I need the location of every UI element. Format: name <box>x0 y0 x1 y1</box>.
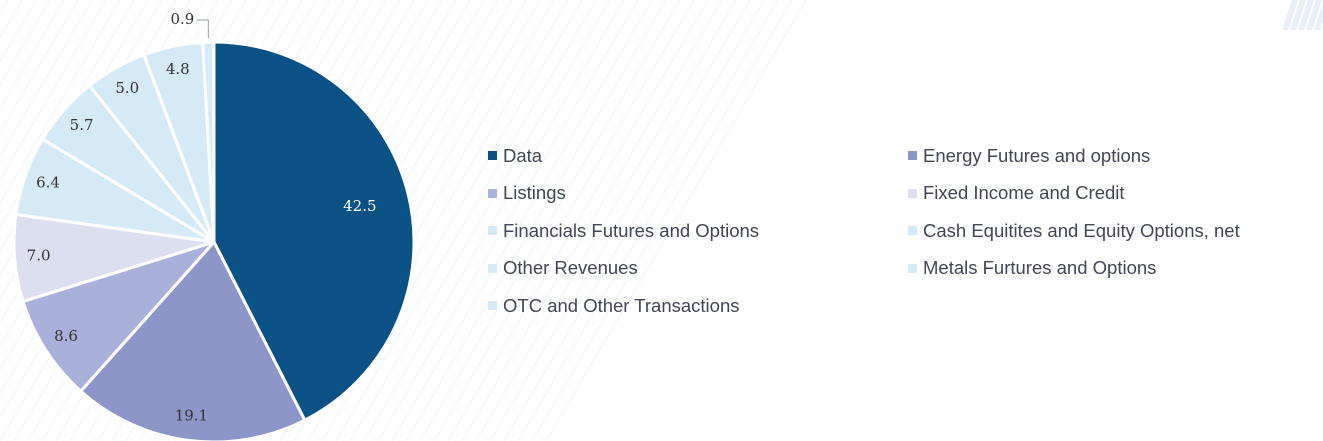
legend-swatch <box>488 226 497 236</box>
legend-item: Other Revenues <box>488 250 908 288</box>
legend-swatch <box>488 301 497 311</box>
legend-item: Fixed Income and Credit <box>908 175 1323 213</box>
legend-item: Cash Equitites and Equity Options, net <box>908 212 1323 250</box>
legend-swatch <box>908 226 917 236</box>
legend-item: OTC and Other Transactions <box>488 287 908 325</box>
legend-item: Metals Furtures and Options <box>908 250 1323 288</box>
slice-label: 8.6 <box>54 327 78 345</box>
legend-item: Listings <box>488 175 908 213</box>
slice-label: 42.5 <box>343 197 376 215</box>
legend-swatch <box>488 188 497 198</box>
leader-line <box>196 19 209 39</box>
slice-label: 0.9 <box>170 10 194 28</box>
slice-label: 19.1 <box>175 407 208 425</box>
slice-label: 7.0 <box>27 246 51 264</box>
slice-label: 4.8 <box>166 60 190 78</box>
legend-swatch <box>908 263 917 273</box>
legend-label: Data <box>503 144 543 166</box>
legend-label: Cash Equitites and Equity Options, net <box>923 219 1240 241</box>
legend-label: Fixed Income and Credit <box>923 182 1125 204</box>
legend-item: Financials Futures and Options <box>488 212 908 250</box>
legend-label: Energy Futures and options <box>923 144 1151 166</box>
slice-label: 5.0 <box>115 79 139 97</box>
legend-label: Other Revenues <box>503 257 638 279</box>
legend-item: Energy Futures and options <box>908 137 1323 175</box>
legend-label: OTC and Other Transactions <box>503 294 740 316</box>
legend-swatch <box>908 151 917 161</box>
legend-label: Financials Futures and Options <box>503 219 760 241</box>
legend-label: Listings <box>503 182 566 204</box>
legend-item: Data <box>488 137 908 175</box>
legend-label: Metals Furtures and Options <box>923 257 1157 279</box>
legend: Data Energy Futures and options Listings Fi… <box>488 137 1323 325</box>
legend-swatch <box>488 263 497 273</box>
legend-swatch <box>488 151 497 161</box>
slice-label: 5.7 <box>70 116 94 134</box>
slice-label: 6.4 <box>36 173 60 191</box>
legend-swatch <box>908 188 917 198</box>
